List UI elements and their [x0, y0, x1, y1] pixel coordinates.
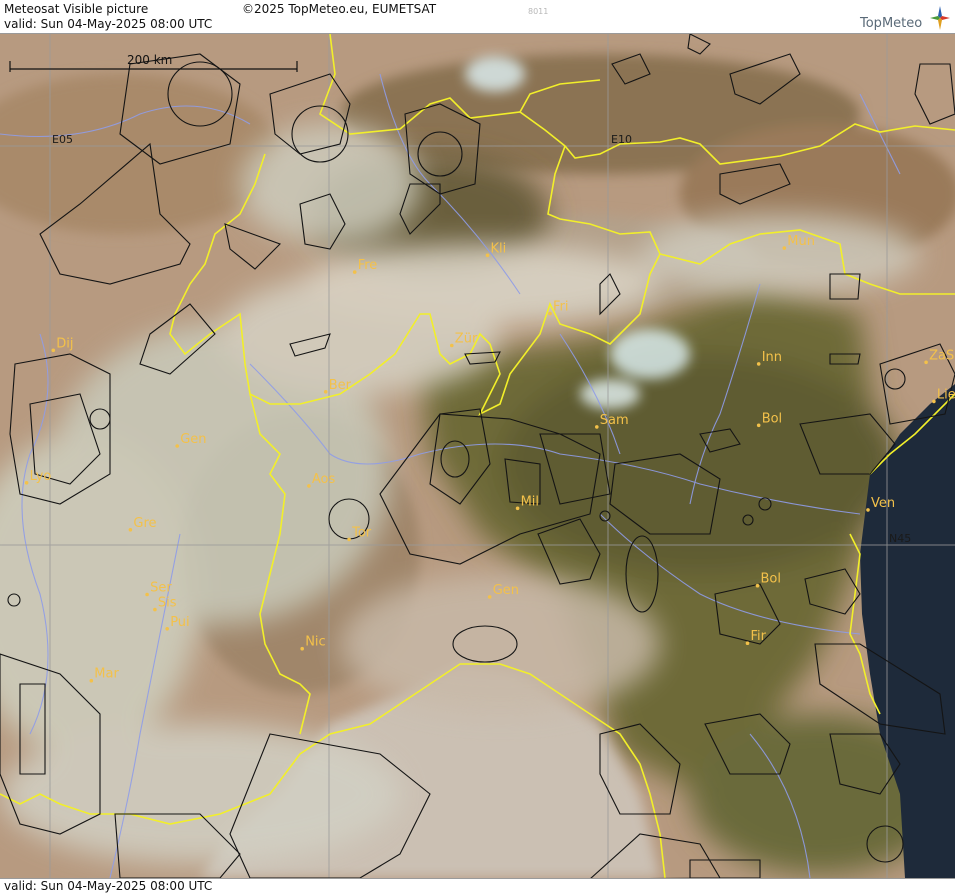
header-bar: Meteosat Visible picture valid: Sun 04-M…: [0, 0, 955, 34]
footer-valid-time: valid: Sun 04-May-2025 08:00 UTC: [4, 879, 213, 893]
city-label-nic: Nic: [305, 635, 325, 650]
city-label-dij: Dij: [56, 336, 73, 351]
city-dot-kli: [485, 253, 490, 258]
city-label-gre: Gre: [133, 516, 156, 531]
city-dot-inn: [756, 362, 761, 366]
logo-text: TopMeteo: [860, 16, 923, 31]
city-dot-dij: [51, 348, 56, 353]
city-label-zas: ZaS: [929, 348, 954, 363]
city-dot-fri: [548, 311, 552, 316]
city-label-inn: Inn: [762, 350, 782, 365]
city-dot-tor: [347, 537, 351, 542]
valid-time: valid: Sun 04-May-2025 08:00 UTC: [4, 17, 213, 31]
city-label-mar: Mar: [94, 667, 119, 682]
city-dot-bol: [756, 423, 761, 428]
city-dot-gen: [175, 444, 179, 448]
satellite-map-viewer: Meteosat Visible picture valid: Sun 04-M…: [0, 0, 955, 894]
city-label-bol: Bol: [761, 572, 781, 587]
city-label-lyo: Lyo: [30, 469, 52, 484]
city-label-mun: Mun: [787, 234, 815, 249]
city-dot-sam: [595, 425, 599, 429]
city-label-ven: Ven: [871, 496, 895, 511]
grid-label-n45: N45: [889, 532, 911, 545]
city-dot-bol: [755, 583, 760, 588]
city-label-mil: Mil: [521, 494, 539, 509]
city-dot-mun: [782, 246, 787, 250]
city-label-ser: Ser: [150, 581, 172, 596]
city-dot-gre: [128, 528, 133, 532]
city-label-tor: Tor: [351, 525, 372, 540]
product-code: 8011: [528, 7, 549, 16]
copyright-text: ©2025 TopMeteo.eu, EUMETSAT: [242, 2, 437, 16]
city-label-gen: Gen: [493, 583, 519, 598]
footer-bar: valid: Sun 04-May-2025 08:00 UTC: [0, 878, 955, 894]
city-dot-gen: [487, 595, 492, 599]
city-label-pui: Pui: [170, 615, 189, 630]
city-dot-fre: [352, 270, 357, 274]
city-dot-ser: [145, 592, 149, 597]
city-dot-lie: [932, 399, 936, 404]
city-dot-sis: [153, 607, 157, 612]
city-label-aos: Aos: [312, 472, 336, 487]
city-label-bol: Bol: [762, 411, 782, 426]
city-label-fir: Fir: [751, 629, 767, 644]
product-title: Meteosat Visible picture: [4, 2, 149, 16]
city-label-gen: Gen: [180, 432, 206, 447]
satellite-image[interactable]: E05 E10 N45 200 km Kli MunFreFriDij ZürI…: [0, 34, 955, 878]
city-dot-aos: [307, 484, 311, 488]
city-label-sam: Sam: [600, 413, 629, 428]
city-label-zür: Zür: [455, 332, 478, 347]
city-dot-nic: [300, 646, 305, 651]
city-label-ber: Ber: [329, 378, 352, 393]
city-dot-lyo: [24, 481, 29, 485]
compass-star-icon: [930, 6, 950, 30]
city-dot-zür: [450, 343, 454, 348]
city-label-lie: Lie: [937, 387, 955, 402]
city-dot-pui: [165, 627, 169, 631]
topmeteo-logo[interactable]: TopMeteo: [860, 6, 952, 32]
city-label-fre: Fre: [358, 258, 378, 273]
city-dot-ber: [323, 390, 328, 394]
city-dot-ven: [866, 508, 870, 512]
scale-bar-label: 200 km: [127, 53, 172, 67]
city-label-fri: Fri: [553, 300, 569, 315]
city-dot-fir: [745, 641, 750, 645]
city-dot-mar: [89, 678, 94, 683]
city-label-kli: Kli: [491, 241, 507, 256]
city-dot-mil: [515, 506, 520, 511]
grid-label-e05: E05: [52, 133, 73, 146]
city-dot-zas: [924, 360, 928, 365]
city-label-sis: Sis: [158, 596, 177, 611]
